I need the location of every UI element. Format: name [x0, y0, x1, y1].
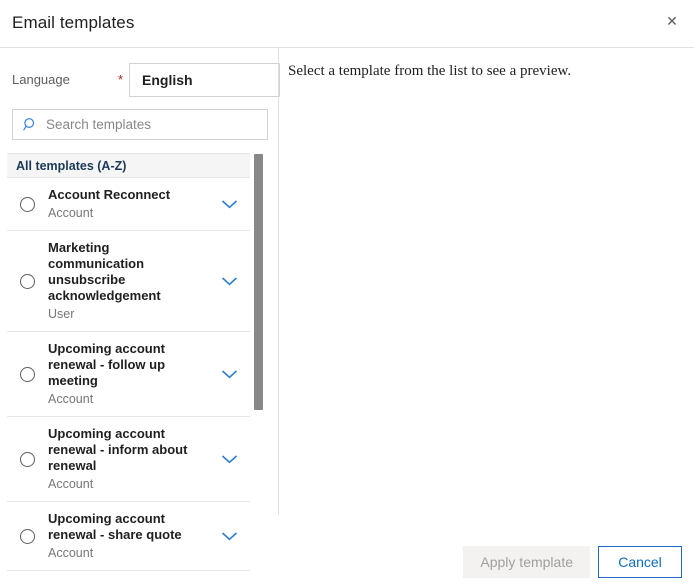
chevron-down-icon — [221, 370, 237, 379]
chevron-down-icon — [221, 455, 237, 464]
dialog-header: Email templates ✕ — [0, 0, 694, 47]
list-item[interactable]: Upcoming account renewal - inform about … — [7, 417, 250, 502]
cancel-button[interactable]: Cancel — [598, 546, 682, 578]
radio-circle-icon — [20, 366, 35, 382]
expand-template-button[interactable] — [208, 454, 250, 464]
list-scrollbar[interactable] — [254, 154, 263, 506]
chevron-down-icon — [221, 277, 237, 286]
template-entity: Account — [48, 206, 94, 220]
list-scrollbar-thumb[interactable] — [254, 154, 263, 410]
template-entity: User — [48, 307, 75, 321]
template-name: Account Reconnect — [48, 187, 171, 202]
template-name: Upcoming account renewal - follow up mee… — [48, 341, 166, 388]
template-selection-pane: Language * English All templates (A-Z) A… — [0, 48, 280, 571]
language-row: Language * English — [12, 63, 280, 97]
template-entity: Account — [48, 392, 94, 406]
template-preview-pane: Select a template from the list to see a… — [279, 48, 694, 515]
expand-template-button[interactable] — [208, 369, 250, 379]
list-header-label: All templates (A-Z) — [16, 158, 127, 173]
expand-template-button[interactable] — [208, 199, 250, 209]
list-item[interactable]: Upcoming account renewal - follow up mee… — [7, 332, 250, 417]
template-radio[interactable] — [7, 366, 48, 382]
language-value: English — [142, 72, 193, 88]
template-text: Upcoming account renewal - follow up mee… — [48, 341, 208, 407]
template-radio[interactable] — [7, 196, 48, 212]
list-header: All templates (A-Z) — [7, 153, 250, 178]
template-entity: Account — [48, 477, 94, 491]
footer-buttons: Apply template Cancel — [463, 546, 682, 578]
preview-placeholder-text: Select a template from the list to see a… — [288, 63, 572, 79]
close-button[interactable]: ✕ — [654, 6, 690, 38]
radio-circle-icon — [20, 273, 35, 289]
template-radio[interactable] — [7, 451, 48, 467]
template-text: Upcoming account renewal - inform about … — [48, 426, 208, 492]
radio-circle-icon — [20, 196, 35, 212]
language-select[interactable]: English — [129, 63, 280, 97]
list-item[interactable]: Marketing communication unsubscribe ackn… — [7, 231, 250, 332]
template-radio[interactable] — [7, 273, 48, 289]
expand-template-button[interactable] — [208, 276, 250, 286]
template-name: Marketing communication unsubscribe ackn… — [48, 240, 161, 303]
chevron-down-icon — [221, 200, 237, 209]
template-list: Account Reconnect Account Marketing comm… — [7, 178, 250, 571]
search-input[interactable] — [46, 117, 246, 132]
list-item[interactable]: Account Reconnect Account — [7, 178, 250, 231]
dialog-footer: Apply template Cancel — [0, 515, 694, 584]
template-text: Marketing communication unsubscribe ackn… — [48, 240, 208, 322]
page-title: Email templates — [12, 13, 135, 32]
search-box[interactable] — [12, 109, 268, 140]
language-label: Language — [12, 72, 70, 87]
required-indicator: * — [118, 72, 124, 87]
apply-template-button[interactable]: Apply template — [463, 546, 590, 578]
template-name: Upcoming account renewal - inform about … — [48, 426, 188, 473]
close-icon: ✕ — [666, 14, 678, 30]
radio-circle-icon — [20, 451, 35, 467]
search-icon — [23, 118, 35, 131]
template-text: Account Reconnect Account — [48, 187, 208, 221]
